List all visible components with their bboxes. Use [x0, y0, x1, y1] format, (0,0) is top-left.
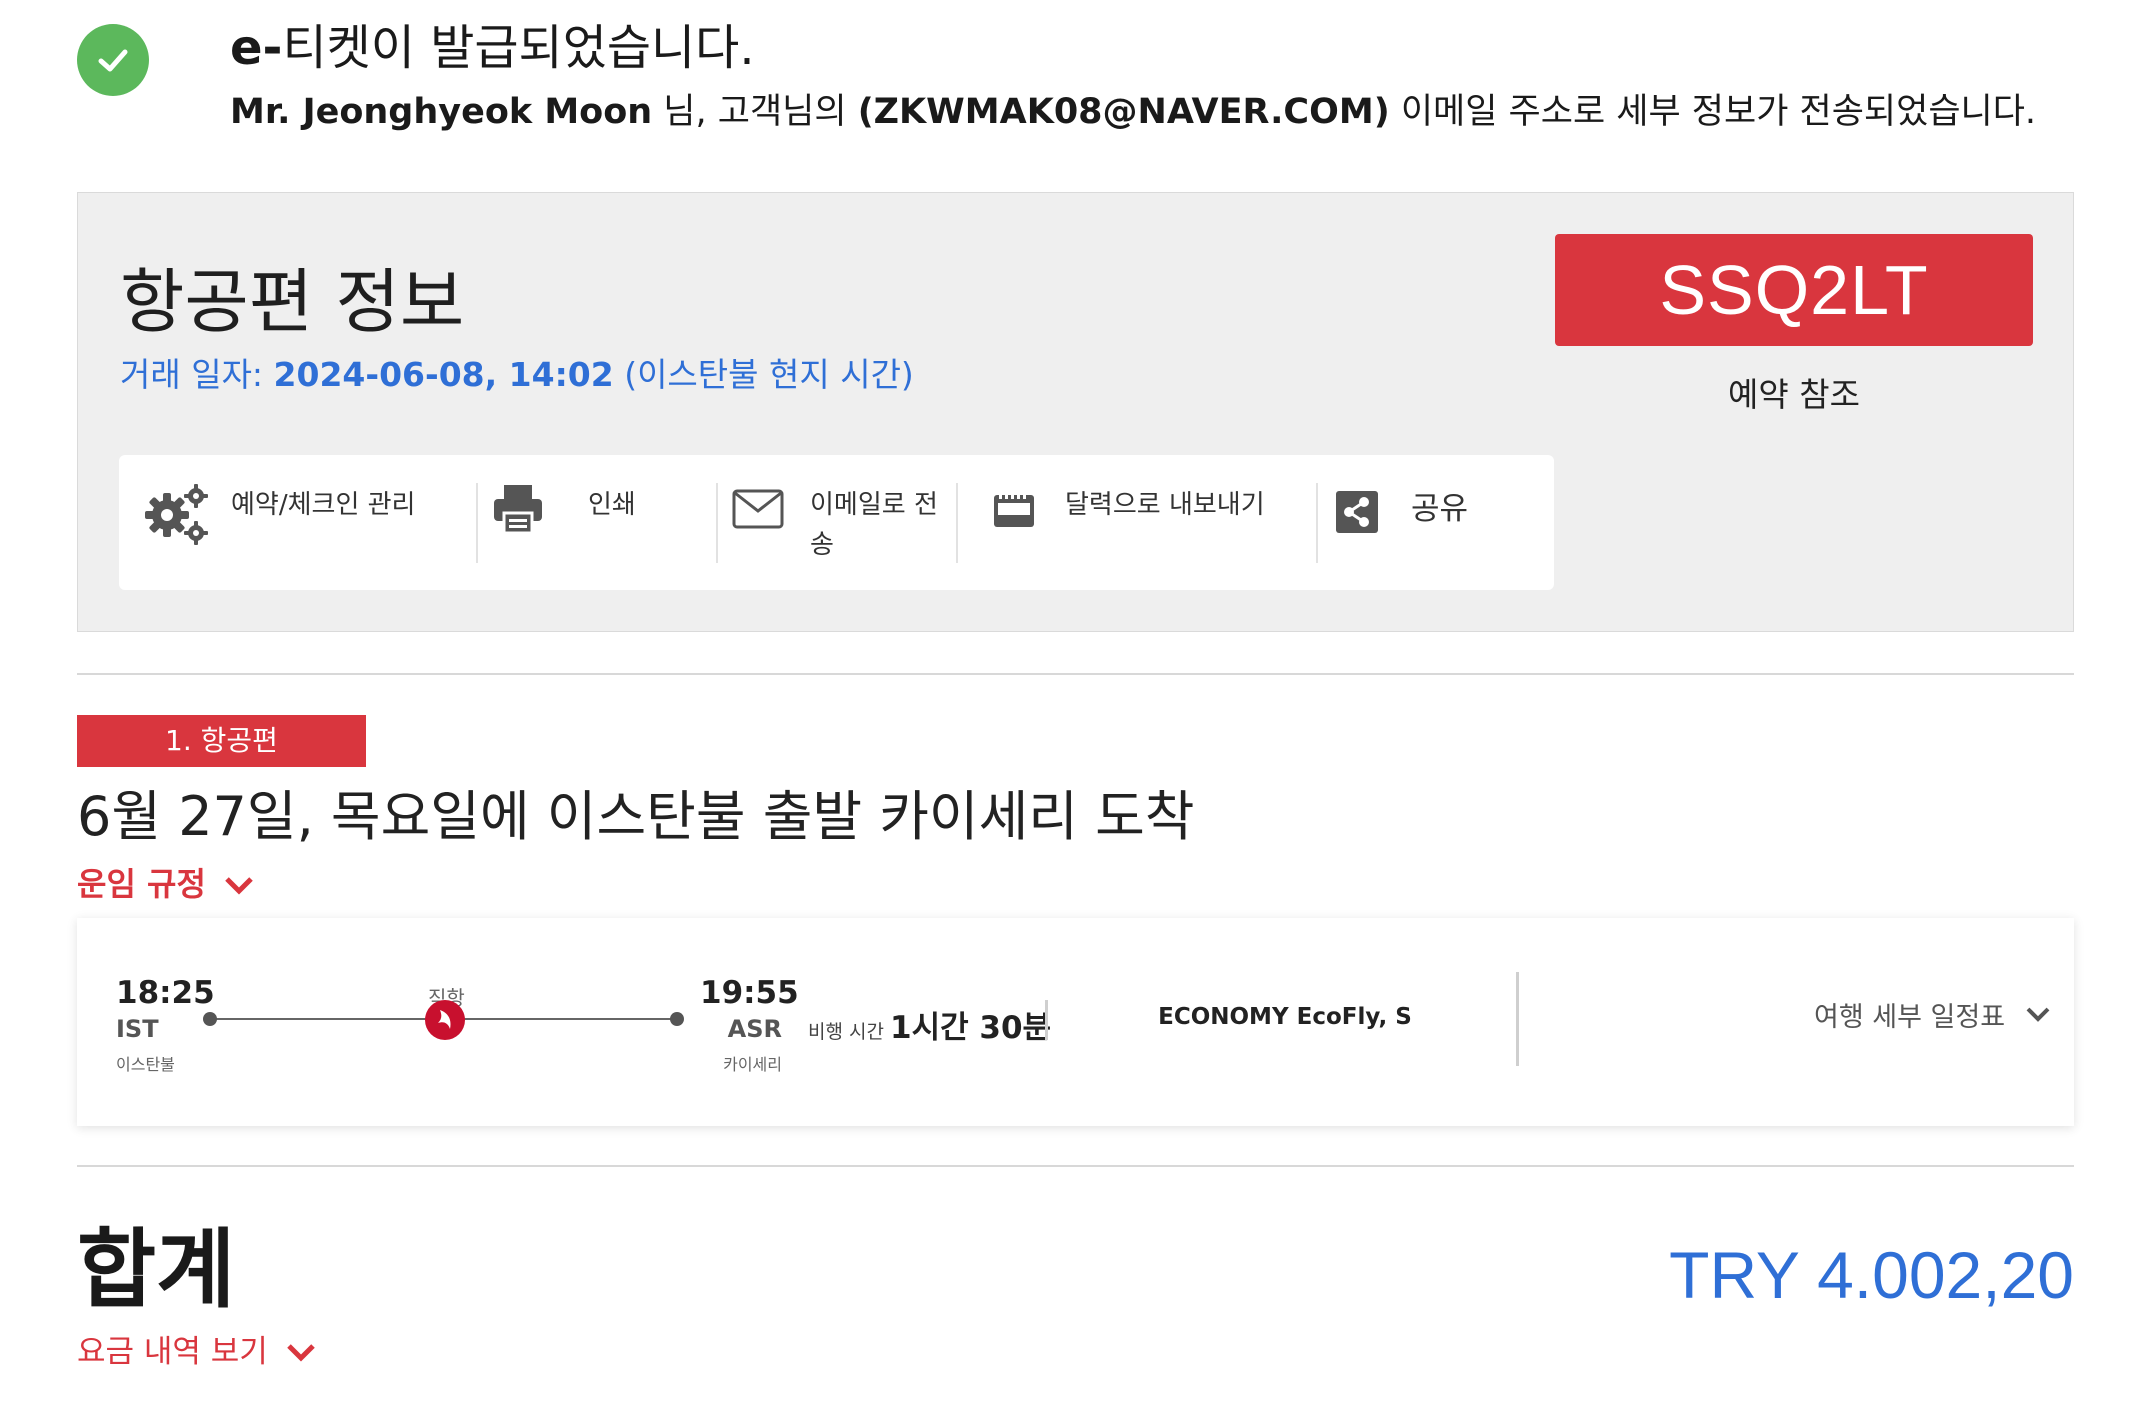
share-label: 공유: [1411, 491, 1469, 527]
booking-reference-code: SSQ2LT: [1555, 234, 2033, 346]
airline-logo-icon: [425, 1000, 465, 1040]
departure-city: 이스탄불: [116, 1055, 175, 1074]
itinerary-label: 여행 세부 일정표: [1814, 1002, 2006, 1033]
gears-icon: [145, 483, 211, 549]
section-divider: [77, 673, 2074, 675]
total-label: 합계: [77, 1220, 236, 1320]
departure-block: 18:25 IST 이스탄불: [116, 975, 215, 1075]
fare-rules-label: 운임 규정: [77, 865, 206, 903]
segment-divider: [1516, 972, 1519, 1066]
itinerary-toggle[interactable]: 여행 세부 일정표: [1814, 995, 2051, 1034]
arrival-dot: [670, 1012, 684, 1026]
booking-reference-label: 예약 참조: [1728, 375, 1860, 414]
cabin-class: ECONOMY EcoFly, S: [1158, 1004, 1412, 1030]
success-check-icon: [77, 24, 149, 96]
flight-info-title: 항공편 정보: [120, 261, 465, 343]
share-icon: [1336, 491, 1378, 537]
departure-time: 18:25: [116, 975, 215, 1011]
route-title: 6월 27일, 목요일에 이스탄불 출발 카이세리 도착: [77, 785, 1195, 848]
export-calendar-button[interactable]: 달력으로 내보내기: [958, 455, 1318, 590]
arrival-city: 카이세리: [723, 1055, 782, 1074]
export-calendar-label: 달력으로 내보내기: [1065, 490, 1265, 520]
confirmation-title: e-티켓이 발급되었습니다.: [230, 20, 755, 76]
flight-duration: 비행 시간 1시간 30분: [808, 1010, 1052, 1046]
fare-rules-toggle[interactable]: 운임 규정: [77, 862, 254, 906]
price-breakdown-label: 요금 내역 보기: [77, 1334, 268, 1370]
segment-divider: [1045, 1000, 1048, 1040]
total-amount: TRY 4.002,20: [1669, 1238, 2074, 1312]
passenger-name: Mr. Jeonghyeok Moon: [230, 92, 653, 132]
chevron-down-icon: [224, 862, 254, 906]
section-divider: [77, 1165, 2074, 1167]
email-address: (ZKWMAK08@NAVER.COM): [857, 92, 1390, 132]
price-breakdown-toggle[interactable]: 요금 내역 보기: [77, 1330, 316, 1374]
chevron-down-icon: [2025, 999, 2051, 1030]
manage-booking-label: 예약/체크인 관리: [231, 490, 416, 520]
departure-dot: [203, 1012, 217, 1026]
send-email-button[interactable]: 이메일로 전 송: [718, 455, 958, 590]
manage-booking-button[interactable]: 예약/체크인 관리: [119, 455, 459, 590]
chevron-down-icon: [286, 1330, 316, 1374]
share-button[interactable]: 공유: [1318, 455, 1554, 590]
action-bar: 예약/체크인 관리 인쇄 이메일로 전 송 달력으로 내보내기 공유: [119, 455, 1554, 590]
arrival-block: 19:55 ASR 카이세리: [700, 975, 799, 1075]
calendar-icon: [992, 489, 1036, 533]
transaction-date: 거래 일자: 2024-06-08, 14:02 (이스탄불 현지 시간): [120, 355, 914, 394]
envelope-icon: [732, 489, 784, 533]
departure-airport-code: IST: [116, 1015, 159, 1043]
send-email-label: 이메일로 전 송: [810, 490, 938, 560]
print-button[interactable]: 인쇄: [478, 455, 718, 590]
arrival-airport-code: ASR: [727, 1015, 782, 1043]
flight-number-badge: 1. 항공편: [77, 715, 366, 767]
arrival-time: 19:55: [700, 975, 799, 1011]
flight-segment-card: [77, 918, 2074, 1126]
print-label: 인쇄: [588, 490, 636, 520]
printer-icon: [492, 483, 544, 539]
confirmation-message: Mr. Jeonghyeok Moon 님, 고객님의 (ZKWMAK08@NA…: [230, 92, 2037, 132]
